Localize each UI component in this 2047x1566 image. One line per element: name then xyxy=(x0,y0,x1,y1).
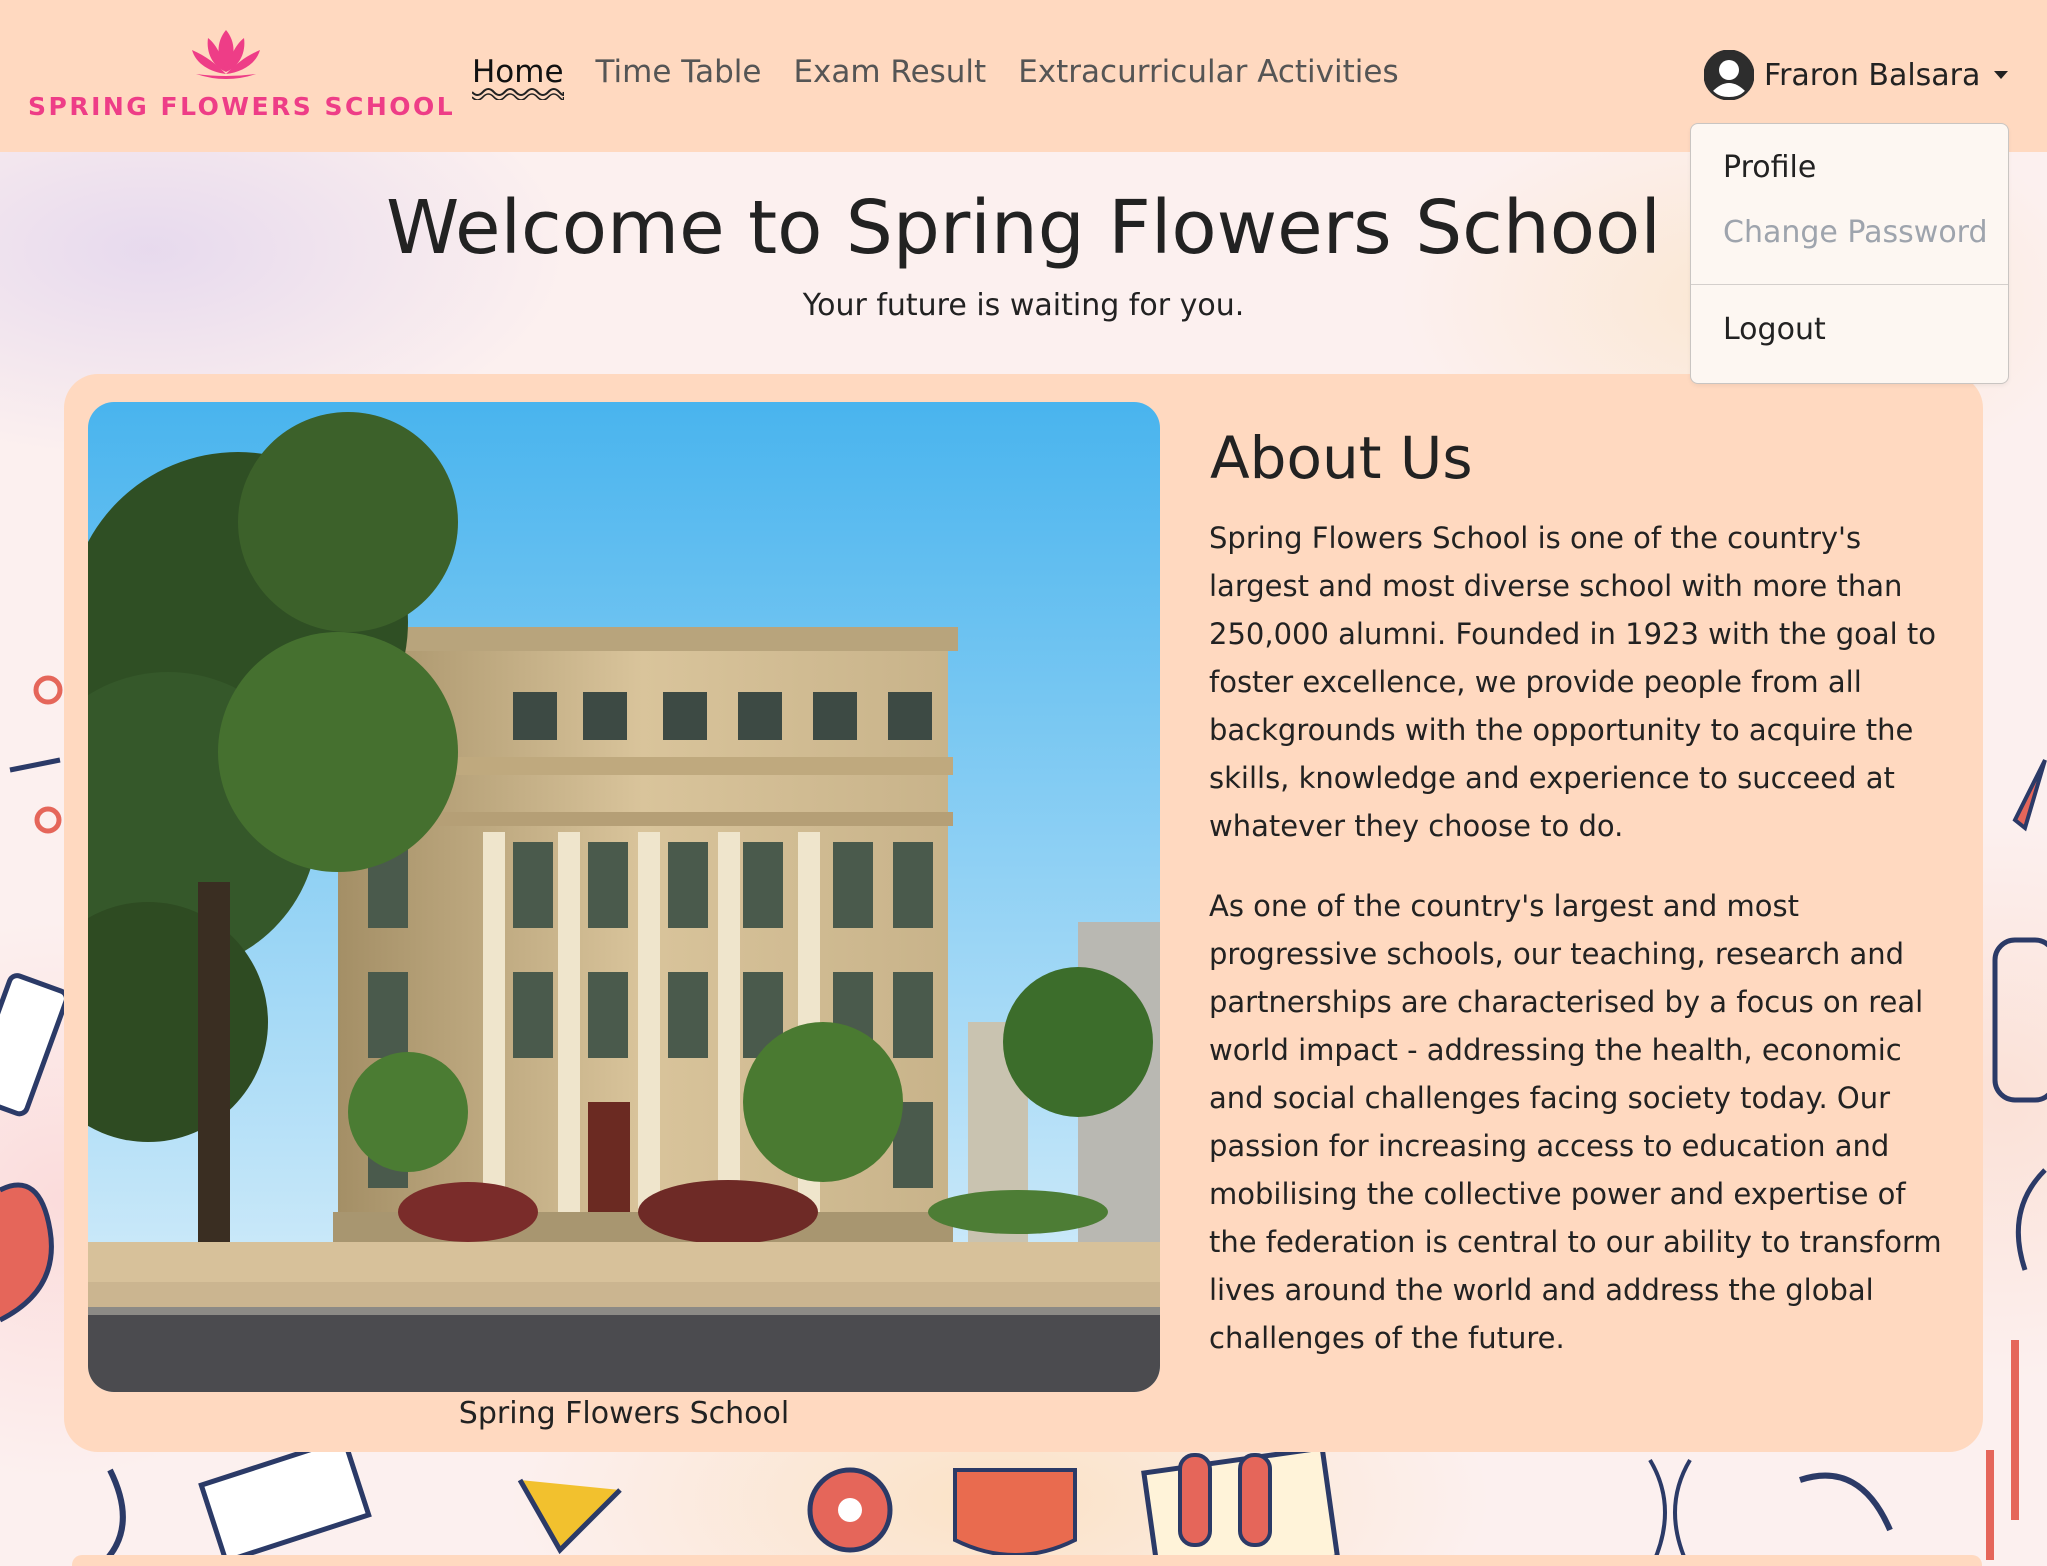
menu-item-profile[interactable]: Profile xyxy=(1723,150,1816,185)
nav-home[interactable]: Home xyxy=(472,54,564,100)
science-doodles-right xyxy=(1992,759,2047,1520)
nav-exam-result[interactable]: Exam Result xyxy=(793,54,986,90)
lotus-icon xyxy=(192,30,260,79)
school-building-photo xyxy=(88,402,1160,1392)
nav-time-table[interactable]: Time Table xyxy=(596,54,762,90)
brand-name: SPRING FLOWERS SCHOOL xyxy=(28,92,456,121)
next-section-edge xyxy=(72,1555,1982,1566)
menu-divider xyxy=(1691,284,2008,285)
nav-extracurricular-activities[interactable]: Extracurricular Activities xyxy=(1018,54,1398,90)
nav-home-label: Home xyxy=(472,54,564,90)
science-doodles-bottom xyxy=(97,1450,1994,1566)
user-menu-toggle[interactable]: Fraron Balsara xyxy=(1704,50,2009,100)
main-nav: Home Time Table Exam Result Extracurricu… xyxy=(472,54,1399,100)
about-us-heading: About Us xyxy=(1210,424,1473,492)
chevron-down-icon xyxy=(1994,71,2009,79)
menu-item-logout[interactable]: Logout xyxy=(1723,312,1826,347)
user-name: Fraron Balsara xyxy=(1764,57,1981,93)
about-card: Spring Flowers School About Us Spring Fl… xyxy=(64,374,1983,1452)
user-dropdown-menu: Profile Change Password Logout xyxy=(1690,123,2009,384)
menu-item-change-password: Change Password xyxy=(1723,215,1988,250)
active-underline xyxy=(472,88,564,100)
about-paragraph-1: Spring Flowers School is one of the coun… xyxy=(1209,521,1937,843)
about-paragraph-2: As one of the country's largest and most… xyxy=(1209,889,1942,1355)
user-avatar-icon xyxy=(1704,50,1754,100)
photo-caption: Spring Flowers School xyxy=(458,1396,790,1431)
brand-logo[interactable]: SPRING FLOWERS SCHOOL xyxy=(28,26,456,126)
